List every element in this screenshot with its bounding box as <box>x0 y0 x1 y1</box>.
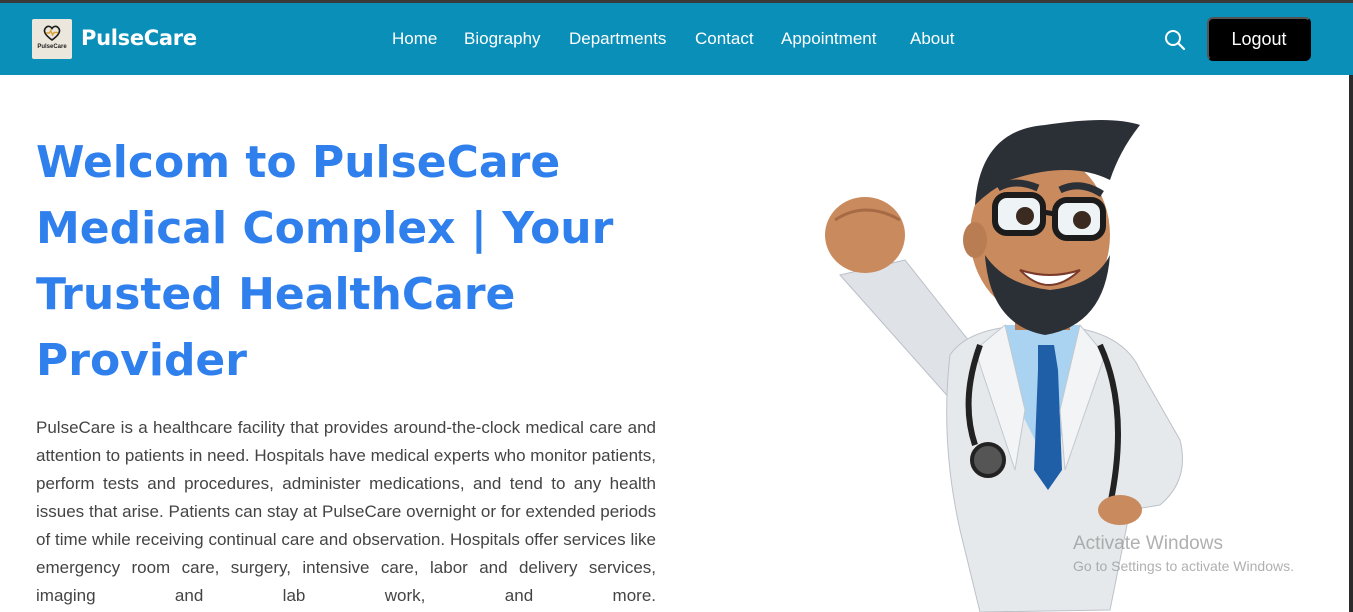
heart-pulse-icon <box>43 25 61 41</box>
window-right-border <box>1349 75 1353 612</box>
nav-link-contact[interactable]: Contact <box>695 29 754 49</box>
nav-link-departments[interactable]: Departments <box>569 29 666 49</box>
nav-link-home[interactable]: Home <box>392 29 437 49</box>
logo-text: PulseCare <box>37 44 67 50</box>
navbar: PulseCare PulseCare Home Biography Depar… <box>0 3 1353 75</box>
search-icon <box>1165 30 1186 51</box>
hero-title: Welcom to PulseCare Medical Complex | Yo… <box>36 137 614 386</box>
activate-windows-subtitle: Go to Settings to activate Windows. <box>1073 558 1294 574</box>
brand-name[interactable]: PulseCare <box>81 26 197 50</box>
logout-button[interactable]: Logout <box>1207 17 1311 61</box>
nav-link-appointment[interactable]: Appointment <box>781 29 876 49</box>
search-button[interactable] <box>1163 28 1187 52</box>
nav-link-biography[interactable]: Biography <box>464 29 541 49</box>
activate-windows-title: Activate Windows <box>1073 533 1223 554</box>
logo[interactable]: PulseCare <box>32 19 72 59</box>
nav-link-about[interactable]: About <box>910 29 954 49</box>
hero-description: PulseCare is a healthcare facility that … <box>36 418 656 605</box>
